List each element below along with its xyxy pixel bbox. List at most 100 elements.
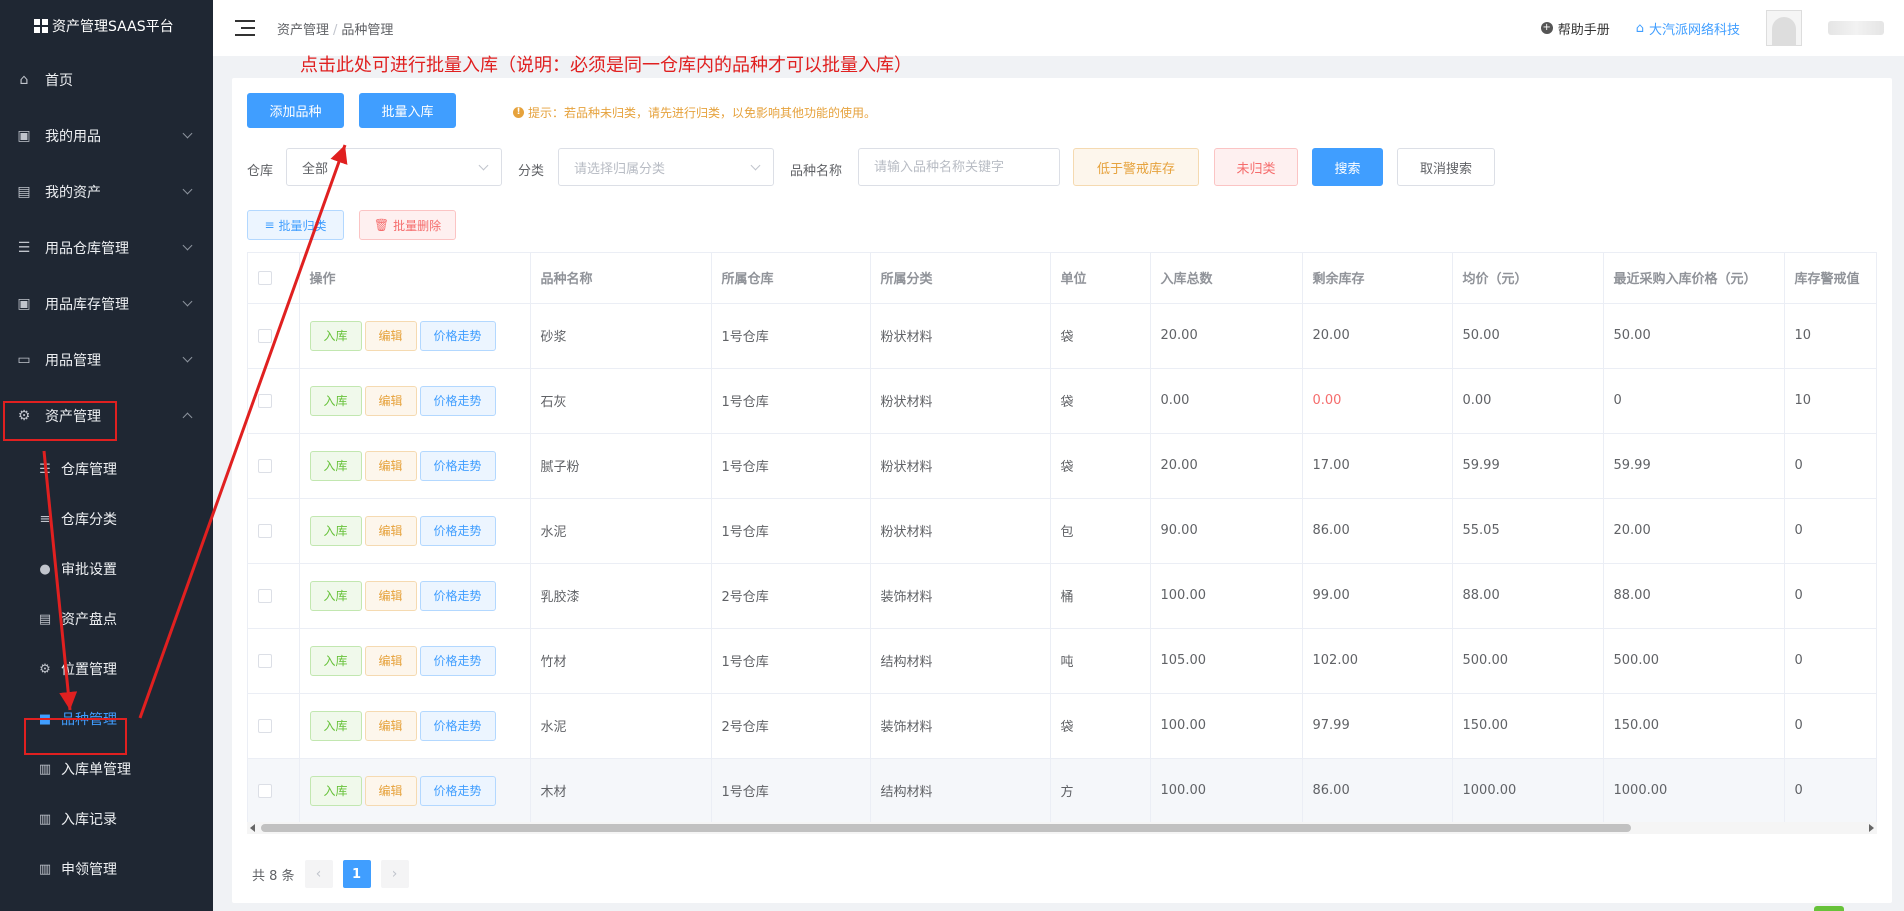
row-select-cell[interactable]	[248, 498, 300, 564]
row-edit-button[interactable]: 编辑	[364, 775, 417, 806]
prev-page-button[interactable]: ‹	[304, 860, 333, 888]
category-select[interactable]: 请选择归属分类	[558, 148, 774, 186]
row-price-trend-button[interactable]: 价格走势	[419, 385, 496, 416]
row-price-trend-button[interactable]: 价格走势	[419, 775, 496, 806]
row-select-cell[interactable]	[248, 433, 300, 499]
row-inbound-button[interactable]: 入库	[309, 515, 362, 546]
user-icon: ●	[39, 561, 51, 577]
row-price-trend-button[interactable]: 价格走势	[419, 580, 496, 611]
row-select-cell[interactable]	[248, 563, 300, 629]
row-price-trend-button[interactable]: 价格走势	[419, 645, 496, 676]
row-edit-button[interactable]: 编辑	[364, 515, 417, 546]
row-edit-button[interactable]: 编辑	[364, 580, 417, 611]
search-button[interactable]: 搜索	[1312, 148, 1383, 186]
sidebar-item-home[interactable]: ⌂ 首页	[0, 52, 213, 108]
cell-warehouse: 1号仓库	[711, 498, 871, 564]
row-price-trend-button[interactable]: 价格走势	[419, 450, 496, 481]
variety-table: 操作 品种名称 所属仓库 所属分类 单位 入库总数 剩余库存 均价（元） 最近采…	[247, 252, 1877, 832]
batch-classify-button[interactable]: ≡ 批量归类	[247, 210, 344, 240]
row-select-cell[interactable]	[248, 303, 300, 369]
page-number-current[interactable]: 1	[342, 860, 371, 888]
row-select-cell[interactable]	[248, 693, 300, 759]
sidebar-subitem-requisition[interactable]: ▥ 申领管理	[0, 844, 213, 894]
sidebar-subitem-warehouse[interactable]: ☰ 仓库管理	[0, 444, 213, 494]
row-select-cell[interactable]	[248, 368, 300, 434]
sidebar-item-supply-manage[interactable]: ▭ 用品管理	[0, 332, 213, 388]
sliders-icon: ≡	[39, 511, 51, 527]
add-variety-button[interactable]: 添加品种	[247, 93, 344, 128]
app-logo[interactable]: 资产管理SAAS平台	[0, 0, 213, 52]
row-checkbox[interactable]	[258, 523, 272, 538]
scroll-left-icon[interactable]	[250, 824, 255, 832]
cell-last: 50.00	[1603, 303, 1785, 369]
sidebar-subitem-location[interactable]: ⚙ 位置管理	[0, 644, 213, 694]
row-inbound-button[interactable]: 入库	[309, 775, 362, 806]
help-link[interactable]: + 帮助手册	[1540, 19, 1610, 38]
cell-name: 水泥	[530, 498, 712, 564]
next-page-button[interactable]: ›	[380, 860, 409, 888]
sidebar-item-supply-warehouse[interactable]: ☰ 用品仓库管理	[0, 220, 213, 276]
row-checkbox[interactable]	[258, 458, 272, 473]
row-select-cell[interactable]	[248, 758, 300, 824]
row-checkbox[interactable]	[258, 653, 272, 668]
horizontal-scrollbar[interactable]	[247, 822, 1877, 834]
table-row[interactable]: 入库 编辑 价格走势 石灰 1号仓库 粉状材料袋 0.00 0.00 0.00 0 10	[248, 368, 1876, 434]
row-edit-button[interactable]: 编辑	[364, 710, 417, 741]
select-all-cell[interactable]	[248, 253, 300, 304]
row-price-trend-button[interactable]: 价格走势	[419, 515, 496, 546]
cell-avg: 500.00	[1452, 628, 1604, 694]
sidebar-subitem-inbound-records[interactable]: ▥ 入库记录	[0, 794, 213, 844]
row-inbound-button[interactable]: 入库	[309, 385, 362, 416]
cancel-search-button[interactable]: 取消搜索	[1397, 148, 1495, 186]
batch-delete-button[interactable]: 🗑 批量删除	[359, 210, 456, 240]
scroll-right-icon[interactable]	[1869, 824, 1874, 832]
row-edit-button[interactable]: 编辑	[364, 320, 417, 351]
row-checkbox[interactable]	[258, 718, 272, 733]
avatar[interactable]	[1766, 10, 1802, 46]
row-inbound-button[interactable]: 入库	[309, 450, 362, 481]
cell-name: 水泥	[530, 693, 712, 759]
table-row[interactable]: 入库 编辑 价格走势 水泥 2号仓库 装饰材料袋 100.00 97.99 150.00 150.…	[248, 693, 1876, 759]
batch-inbound-button[interactable]: 批量入库	[359, 93, 456, 128]
sidebar-subitem-warehouse-category[interactable]: ≡ 仓库分类	[0, 494, 213, 544]
row-price-trend-button[interactable]: 价格走势	[419, 320, 496, 351]
row-select-cell[interactable]	[248, 628, 300, 694]
row-checkbox[interactable]	[258, 393, 272, 408]
cell-unit: 袋	[1050, 693, 1151, 759]
row-price-trend-button[interactable]: 价格走势	[419, 710, 496, 741]
uncategorized-button[interactable]: 未归类	[1214, 148, 1298, 186]
sidebar-item-my-supplies[interactable]: ▣ 我的用品	[0, 108, 213, 164]
row-inbound-button[interactable]: 入库	[309, 710, 362, 741]
company-link[interactable]: ⌂ 大汽派网络科技	[1636, 19, 1740, 38]
row-inbound-button[interactable]: 入库	[309, 580, 362, 611]
warehouse-select-value: 全部	[302, 161, 329, 177]
row-inbound-button[interactable]: 入库	[309, 645, 362, 676]
sidebar-subitem-approval[interactable]: ● 审批设置	[0, 544, 213, 594]
table-row[interactable]: 入库 编辑 价格走势 砂浆 1号仓库 粉状材料袋 20.00 20.00 50.00 50.00 1…	[248, 303, 1876, 369]
menu-toggle-icon[interactable]	[235, 20, 255, 36]
chevron-down-icon	[182, 128, 193, 139]
sidebar-subitem-inventory-check[interactable]: ▤ 资产盘点	[0, 594, 213, 644]
table-row[interactable]: 入库 编辑 价格走势 木材 1号仓库 结构材料方 100.00 86.00 1000.00 100…	[248, 758, 1876, 824]
select-all-checkbox[interactable]	[258, 270, 272, 285]
row-edit-button[interactable]: 编辑	[364, 645, 417, 676]
low-stock-button[interactable]: 低于警戒库存	[1073, 148, 1199, 186]
row-checkbox[interactable]	[258, 328, 272, 343]
row-checkbox[interactable]	[258, 783, 272, 798]
sidebar-item-supply-stock[interactable]: ▣ 用品库存管理	[0, 276, 213, 332]
table-row[interactable]: 入库 编辑 价格走势 腻子粉 1号仓库 粉状材料袋 20.00 17.00 59.99 59.99…	[248, 433, 1876, 499]
warehouse-select[interactable]: 全部	[286, 148, 502, 186]
column-header: 品种名称	[530, 253, 712, 304]
table-row[interactable]: 入库 编辑 价格走势 乳胶漆 2号仓库 装饰材料桶 100.00 99.00 88.00 88.0…	[248, 563, 1876, 629]
row-checkbox[interactable]	[258, 588, 272, 603]
row-inbound-button[interactable]: 入库	[309, 320, 362, 351]
name-search-input[interactable]	[858, 148, 1060, 186]
scrollbar-thumb[interactable]	[261, 824, 1631, 832]
sidebar-item-my-assets[interactable]: ▤ 我的资产	[0, 164, 213, 220]
user-name[interactable]	[1828, 21, 1884, 35]
row-edit-button[interactable]: 编辑	[364, 385, 417, 416]
table-row[interactable]: 入库 编辑 价格走势 水泥 1号仓库 粉状材料包 90.00 86.00 55.05 20.00 0	[248, 498, 1876, 564]
table-row[interactable]: 入库 编辑 价格走势 竹材 1号仓库 结构材料吨 105.00 102.00 500.00 500…	[248, 628, 1876, 694]
breadcrumb-item[interactable]: 资产管理	[277, 23, 329, 38]
row-edit-button[interactable]: 编辑	[364, 450, 417, 481]
